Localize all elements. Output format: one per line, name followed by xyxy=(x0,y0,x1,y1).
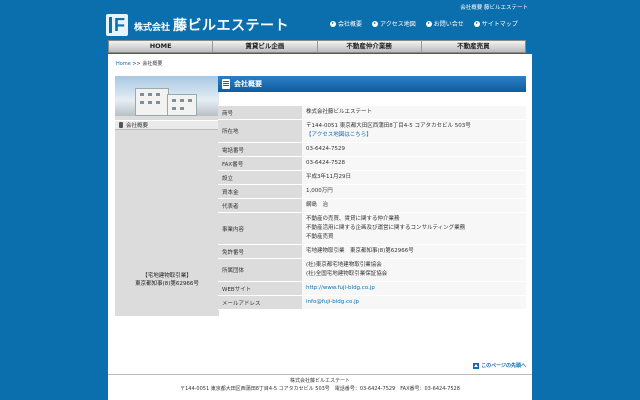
breadcrumb: Home >> 会社概要 xyxy=(116,61,163,67)
table-row: 設立 平成3年11月29日 xyxy=(218,170,526,185)
document-icon xyxy=(222,79,230,89)
table-row: メールアドレス info@fuji-bldg.co.jp xyxy=(218,295,526,310)
logo-icon: F xyxy=(106,14,128,36)
breadcrumb-current: 会社概要 xyxy=(142,61,163,67)
table-row: 事業内容 不動産の売買、賃貸に関する仲介業務 不動産活用に関する企画及び運営に関する… xyxy=(218,212,526,245)
sidebar: 会社概要 【宅地建物取引業】 東京都知事(8)第62966号 xyxy=(115,76,219,316)
logo-prefix: 株式会社 xyxy=(134,23,171,33)
top-strip: 会社概要 藤ビルエステート xyxy=(0,0,640,12)
tab-brokerage[interactable]: 不動産仲介業務 xyxy=(318,41,422,52)
table-row: FAX番号 03-6424-7528 xyxy=(218,156,526,171)
table-row: 免許番号 宅地建物取引業 東京都知事(8)第62966号 xyxy=(218,244,526,259)
main-nav: HOME 賃貸ビル企画 不動産仲介業務 不動産売買 xyxy=(108,40,526,53)
table-row: 商号 株式会社藤ビルエステート xyxy=(218,105,526,120)
table-row: 資本金 1,000万円 xyxy=(218,184,526,199)
tab-real-estate-sales[interactable]: 不動産売買 xyxy=(422,41,525,52)
breadcrumb-home-link[interactable]: Home xyxy=(116,61,131,67)
topnav-access[interactable]: アクセス地図 xyxy=(372,19,416,28)
header-corner-text: 会社概要 藤ビルエステート xyxy=(460,5,528,11)
logo-name: 藤ビルエステート xyxy=(173,18,290,34)
table-row: 所在地 〒144-0051 東京都大田区西蒲田8丁目4-5 コアタカセビル 503… xyxy=(218,119,526,143)
table-row: 代表者 網島 治 xyxy=(218,198,526,213)
table-row: WEBサイト http://www.fuji-bldg.co.jp xyxy=(218,281,526,296)
footer-address: 〒144-0051 東京都大田区西蒲田8丁目4-5 コアタカセビル 503号 電… xyxy=(180,386,460,392)
back-to-top-link[interactable]: このページの先頭へ xyxy=(473,362,526,369)
arrow-bullet-icon xyxy=(372,20,379,27)
footer: 株式会社藤ビルエステート 〒144-0051 東京都大田区西蒲田8丁目4-5 コ… xyxy=(108,374,532,393)
sidebar-item-company[interactable]: 会社概要 xyxy=(115,120,219,130)
email-link[interactable]: info@fuji-bldg.co.jp xyxy=(306,298,522,307)
phone-icon xyxy=(119,122,123,128)
license-info: 【宅地建物取引業】 東京都知事(8)第62966号 xyxy=(135,273,199,287)
footer-company: 株式会社藤ビルエステート xyxy=(289,378,350,384)
main-content: 会社概要 商号 株式会社藤ビルエステート 所在地 〒144-0051 東京都大田区西… xyxy=(218,76,526,310)
arrow-bullet-icon xyxy=(473,20,480,27)
access-map-link[interactable]: 【アクセス地図はこちら】 xyxy=(306,131,522,140)
website-link[interactable]: http://www.fuji-bldg.co.jp xyxy=(306,284,522,293)
top-nav: 会社概要 アクセス地図 お問い合せ サイトマップ xyxy=(330,19,518,28)
table-row: 電話番号 03-6424-7529 xyxy=(218,142,526,157)
arrow-bullet-icon xyxy=(425,20,432,27)
tab-rental-building[interactable]: 賃貸ビル企画 xyxy=(213,41,318,52)
site-logo[interactable]: F 株式会社 藤ビルエステート xyxy=(106,12,289,38)
company-info-table: 商号 株式会社藤ビルエステート 所在地 〒144-0051 東京都大田区西蒲田8丁目… xyxy=(218,105,526,310)
topnav-contact[interactable]: お問い合せ xyxy=(425,19,464,28)
arrow-up-icon xyxy=(473,362,480,369)
building-photo xyxy=(115,76,219,116)
page-body: Home >> 会社概要 会社概要 【宅地建物取引業】 東京都知事(8)第629… xyxy=(108,54,532,400)
arrow-bullet-icon xyxy=(330,20,336,27)
topnav-company[interactable]: 会社概要 xyxy=(330,19,362,28)
topnav-sitemap[interactable]: サイトマップ xyxy=(473,19,518,28)
tab-home[interactable]: HOME xyxy=(109,41,214,52)
table-row: 所属団体 (社)東京都宅地建物取引業協会 (社)全国宅地建物取引業保証協会 xyxy=(218,258,526,282)
section-heading: 会社概要 xyxy=(218,76,526,92)
